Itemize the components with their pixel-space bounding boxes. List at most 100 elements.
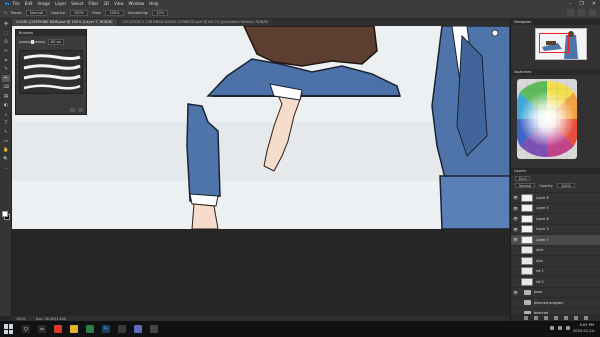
minimize-icon[interactable]: – [569,1,572,7]
new-brush-icon[interactable] [70,108,75,112]
brush-presets-list[interactable] [19,50,83,94]
delete-brush-icon[interactable] [78,108,83,112]
app-green-icon[interactable] [86,325,94,333]
visibility-eye-icon[interactable]: 👁 [513,216,518,221]
layers-title[interactable]: Layers [514,169,526,173]
navigator-thumbnail[interactable] [535,28,587,60]
layer-row[interactable]: 👁 Layer 6 [511,213,600,224]
move-tool-icon[interactable]: ✥ [2,21,10,28]
type-tool-icon[interactable]: T [2,120,10,127]
opacity-input[interactable]: 100% [69,9,89,16]
app-blue-icon[interactable] [134,325,142,333]
search-icon[interactable]: ○ [22,325,30,333]
layer-group-row[interactable]: directed program [511,297,600,308]
zoom-tool-icon[interactable]: 🔍 [2,156,10,163]
menu-view[interactable]: View [114,1,124,6]
layer-thumbnail [521,277,533,286]
visibility-eye-icon[interactable]: 👁 [513,206,518,211]
menu-image[interactable]: Image [37,1,50,6]
zoom-level[interactable]: 100% [16,317,26,321]
blend-mode-select[interactable]: Normal [515,183,536,188]
menu-select[interactable]: Select [71,1,83,6]
layer-row[interactable]: 👁 Layer 3 [511,223,600,235]
tab-background-document[interactable]: LOCATION 1 256 BBG#1W2W 129WR3D.psd @ 66… [118,19,273,26]
photoshop-taskbar-icon[interactable]: Ps [102,325,110,333]
close-icon[interactable]: ✕ [592,1,596,7]
new-group-icon[interactable] [564,315,568,320]
add-mask-icon[interactable] [544,315,548,320]
brush-size-slider[interactable] [19,40,45,44]
flow-input[interactable]: 100% [105,9,124,16]
file-explorer-icon[interactable] [70,325,78,333]
dodge-tool-icon[interactable]: ◐ [2,102,10,109]
menu-help[interactable]: Help [149,1,158,6]
layer-row[interactable]: ref 1 [511,265,600,277]
menu-window[interactable]: Window [129,1,145,6]
hand-tool-icon[interactable]: ✋ [2,147,10,154]
path-select-tool-icon[interactable]: ↖ [2,129,10,136]
layer-row[interactable]: 👁 Layer 5 [511,202,600,214]
workspace-icon[interactable] [578,9,585,16]
crop-tool-icon[interactable]: ⌗ [2,57,10,64]
folder-icon [524,300,531,306]
app-dark-icon[interactable] [150,325,158,333]
app-red-icon[interactable] [54,325,62,333]
layer-row-selected[interactable]: 👁 Layer 7 [511,234,600,245]
eraser-tool-icon[interactable]: ⌫ [2,84,10,91]
layer-thumbnail [521,256,533,265]
layer-row[interactable]: skin [511,255,600,266]
mode-select[interactable]: Normal [26,9,48,16]
brush-size-knob[interactable] [31,40,34,44]
menu-file[interactable]: File [13,1,20,6]
menu-3d[interactable]: 3D [103,1,109,6]
visibility-eye-icon[interactable]: 👁 [513,290,518,295]
quick-select-tool-icon[interactable]: ✂ [2,48,10,55]
windows-start-icon[interactable] [4,324,14,334]
swatches-title[interactable]: Swatches [514,70,531,74]
layer-group-row[interactable]: 👁 pose [511,286,600,298]
link-layers-icon[interactable] [524,315,528,320]
right-panel-dock: Navigator Swatches Layers Kind Normal Op… [510,19,600,321]
marquee-tool-icon[interactable]: ⬚ [2,30,10,37]
pen-tool-icon[interactable]: ⌕ [2,111,10,118]
brush-size-input[interactable]: 60 px [48,39,64,45]
menu-edit[interactable]: Edit [25,1,33,6]
new-layer-icon[interactable] [574,315,578,320]
system-clock[interactable]: 4:03 PM 2020-01-24 [573,322,594,334]
layer-kind-filter[interactable]: Kind [515,176,531,181]
lasso-tool-icon[interactable]: ʘ [2,39,10,46]
visibility-eye-icon[interactable]: 👁 [513,237,518,242]
volume-icon[interactable] [558,326,562,330]
network-icon[interactable] [550,326,554,330]
layer-row[interactable]: 👁 Layer 8 [511,192,600,203]
layer-style-icon[interactable] [534,315,538,320]
maximize-icon[interactable]: ❐ [579,1,583,7]
tab-active-document[interactable]: CHARL JOSEPHINE NEW.psd @ 100% (Layer 7,… [12,19,117,26]
adjustment-layer-icon[interactable] [554,315,558,320]
app-gray-icon[interactable] [118,325,126,333]
color-swatch-grid[interactable] [517,79,577,159]
window-controls: – ❐ ✕ [569,0,596,7]
smoothing-input[interactable]: 10% [152,9,169,16]
visibility-eye-icon[interactable]: 👁 [513,195,518,200]
notification-icon[interactable] [566,326,570,330]
brush-tool-icon[interactable]: ✎ [4,11,7,15]
task-view-icon[interactable]: ▭ [38,325,46,333]
visibility-eye-icon[interactable]: 👁 [513,227,518,232]
delete-layer-icon[interactable] [584,315,588,320]
gradient-tool-icon[interactable]: ▤ [2,93,10,100]
share-icon[interactable] [589,9,596,16]
shape-tool-icon[interactable]: ▭ [2,138,10,145]
eyedropper-tool-icon[interactable]: ✎ [2,66,10,73]
layer-row[interactable]: shirt [511,244,600,256]
foreground-color-swatch[interactable] [2,211,8,217]
navigator-title[interactable]: Navigator [514,20,532,24]
navigator-view-frame[interactable] [539,33,569,53]
search-icon[interactable] [567,9,574,16]
menu-layer[interactable]: Layer [55,1,66,6]
layer-row[interactable]: ref 2 [511,276,600,287]
layer-opacity-input[interactable]: 100% [557,183,575,188]
brush-tool-icon[interactable]: ✒ [2,75,10,82]
more-tools-icon[interactable]: … [2,165,10,172]
menu-filter[interactable]: Filter [88,1,98,6]
